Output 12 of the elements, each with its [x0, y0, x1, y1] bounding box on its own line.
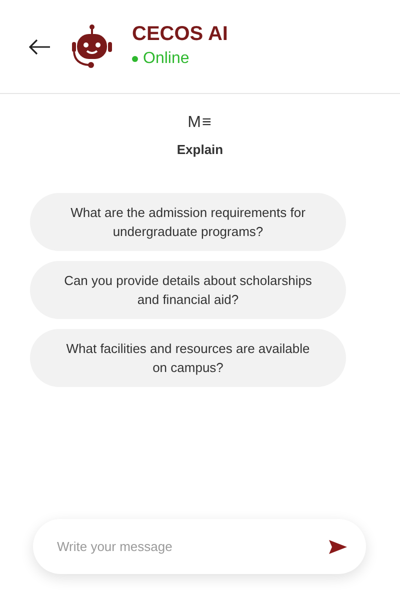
send-button[interactable]: [328, 538, 348, 554]
mode-label: Explain: [176, 142, 224, 157]
send-icon: [328, 538, 348, 554]
status-text: Online: [143, 50, 190, 68]
markdown-icon: M≡: [188, 114, 212, 132]
back-arrow-icon: [29, 38, 51, 54]
suggestion-chip[interactable]: Can you provide details about scholarships and financial aid?: [30, 261, 346, 319]
suggestion-chip[interactable]: What are the admission requirements for undergraduate programs?: [30, 193, 346, 251]
suggestion-chip[interactable]: What facilities and resources are available on campus?: [30, 329, 346, 387]
robot-icon: [69, 24, 115, 70]
chat-title: CECOS AI: [132, 23, 228, 46]
message-field[interactable]: Write your message: [55, 538, 328, 555]
